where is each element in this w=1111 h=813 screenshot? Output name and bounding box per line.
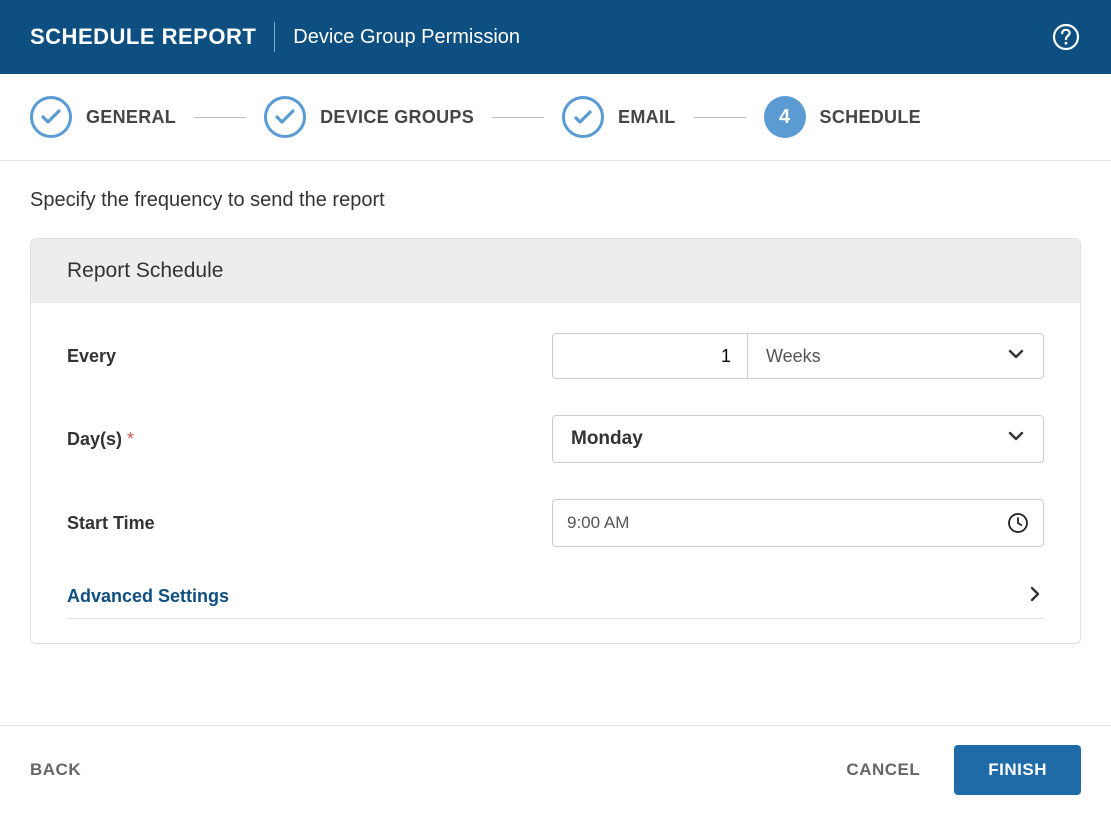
chevron-right-icon — [1026, 585, 1044, 608]
step-label: GENERAL — [86, 107, 176, 128]
step-schedule[interactable]: 4 SCHEDULE — [764, 96, 921, 138]
step-general[interactable]: GENERAL — [30, 96, 176, 138]
step-connector — [492, 117, 544, 118]
start-time-field[interactable] — [552, 499, 1044, 547]
chevron-down-icon — [1007, 345, 1025, 368]
header-subtitle: Device Group Permission — [293, 26, 520, 49]
every-value-input[interactable] — [552, 333, 747, 379]
start-time-label: Start Time — [67, 513, 552, 534]
every-label: Every — [67, 346, 552, 367]
required-indicator: * — [127, 429, 134, 449]
report-schedule-card: Report Schedule Every Weeks — [30, 238, 1081, 644]
check-icon — [264, 96, 306, 138]
card-title: Report Schedule — [31, 239, 1080, 303]
content-area: Specify the frequency to send the report… — [0, 161, 1111, 644]
step-label: EMAIL — [618, 107, 676, 128]
chevron-down-icon — [1007, 427, 1025, 451]
header-bar: SCHEDULE REPORT Device Group Permission — [0, 0, 1111, 74]
step-device-groups[interactable]: DEVICE GROUPS — [264, 96, 474, 138]
wizard-stepper: GENERAL DEVICE GROUPS EMAIL 4 SCHEDULE — [0, 74, 1111, 161]
days-label: Day(s) * — [67, 429, 552, 450]
help-icon[interactable] — [1051, 22, 1081, 52]
row-start-time: Start Time — [67, 481, 1044, 565]
wizard-footer: BACK CANCEL FINISH — [0, 725, 1111, 813]
clock-icon[interactable] — [1007, 512, 1029, 534]
back-button[interactable]: BACK — [30, 760, 81, 780]
step-label: DEVICE GROUPS — [320, 107, 474, 128]
every-unit-select[interactable]: Weeks — [747, 333, 1044, 379]
days-value: Monday — [571, 428, 643, 450]
header-title: SCHEDULE REPORT — [30, 24, 256, 50]
cancel-button[interactable]: CANCEL — [846, 760, 920, 780]
step-number-badge: 4 — [764, 96, 806, 138]
step-connector — [694, 117, 746, 118]
row-every: Every Weeks — [67, 315, 1044, 397]
step-label: SCHEDULE — [820, 107, 921, 128]
check-icon — [30, 96, 72, 138]
every-unit-value: Weeks — [766, 346, 821, 367]
advanced-settings-label: Advanced Settings — [67, 586, 229, 607]
days-select[interactable]: Monday — [552, 415, 1044, 463]
step-connector — [194, 117, 246, 118]
step-email[interactable]: EMAIL — [562, 96, 676, 138]
row-days: Day(s) * Monday — [67, 397, 1044, 481]
start-time-input[interactable] — [567, 513, 1007, 533]
advanced-settings-toggle[interactable]: Advanced Settings — [67, 565, 1044, 619]
check-icon — [562, 96, 604, 138]
header-divider — [274, 22, 275, 52]
instruction-text: Specify the frequency to send the report — [30, 189, 1081, 212]
finish-button[interactable]: FINISH — [954, 745, 1081, 795]
